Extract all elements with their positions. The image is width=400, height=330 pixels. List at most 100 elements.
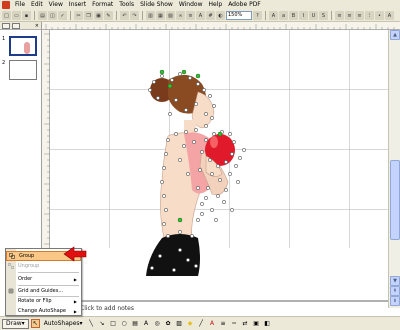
selection-handle [210,172,214,176]
woman-clip-art[interactable] [140,70,290,310]
dash-style-icon[interactable]: ┅ [230,319,239,328]
selection-handle [216,194,220,198]
app-icon[interactable] [2,1,10,9]
cut-icon[interactable]: ✂ [74,11,83,20]
selection-handle [178,72,182,76]
shadow-icon[interactable]: S [319,11,328,20]
text-box-icon[interactable]: ▤ [131,319,140,328]
menu-bar: File Edit View Insert Format Tools Slide… [0,0,400,10]
preview-icon[interactable]: ◫ [48,11,57,20]
chart-icon[interactable]: ▥ [146,11,155,20]
close-icon[interactable]: × [35,23,39,29]
selection-handle [188,76,192,80]
oval-icon[interactable]: ○ [120,319,129,328]
align-left-icon[interactable]: ≡ [335,11,344,20]
diagram-icon[interactable]: ◎ [153,319,162,328]
slides-tab[interactable] [12,22,20,29]
vertical-scrollbar[interactable]: ▲ ▼ ⇞ ⇟ [388,30,400,308]
line-icon[interactable]: ╲ [87,319,96,328]
bold-icon[interactable]: B [289,11,298,20]
redo-icon[interactable]: ↷ [130,11,139,20]
menu-item-label: Rotate or Flip [18,298,52,304]
spelling-icon[interactable]: ✓ [58,11,67,20]
zoom-select[interactable]: 150% [226,11,252,20]
copy-icon[interactable]: ❐ [84,11,93,20]
picture-icon[interactable]: ▨ [175,319,184,328]
scrollbar-thumb[interactable] [390,160,400,240]
clip-art-icon[interactable]: ✿ [164,319,173,328]
selection-handle [148,88,152,92]
scroll-down-icon[interactable]: ▼ [390,276,400,286]
bullets-icon[interactable]: • [375,11,384,20]
draw-menu-button[interactable]: Draw ▾ [2,318,29,329]
show-formatting-icon[interactable]: A [196,11,205,20]
menu-tools[interactable]: Tools [116,0,137,10]
wordart-icon[interactable]: A [142,319,151,328]
font-size-down-icon[interactable]: a [279,11,288,20]
menu-item-order[interactable]: Order ▶ [6,274,81,284]
new-icon[interactable]: □ [2,11,11,20]
rotation-handle [195,73,201,79]
expand-icon[interactable]: ≡ [186,11,195,20]
line-style-icon[interactable]: ≡ [219,319,228,328]
3d-style-icon[interactable]: ◧ [263,319,272,328]
selection-handle [150,266,154,270]
menu-format[interactable]: Format [89,0,116,10]
numbering-icon[interactable]: ⁝ [365,11,374,20]
menu-item-rotate-or-flip[interactable]: Rotate or Flip ▶ [6,296,81,306]
arrow-style-icon[interactable]: ⇄ [241,319,250,328]
outline-tab[interactable] [2,22,10,29]
font-size-up-icon[interactable]: A [269,11,278,20]
open-icon[interactable]: ▭ [12,11,21,20]
color-grayscale-icon[interactable]: ◐ [216,11,225,20]
notes-pane[interactable]: Click to add notes [42,300,388,316]
tables-borders-icon[interactable]: ▧ [166,11,175,20]
menu-item-change-autoshape[interactable]: Change AutoShape ▶ [6,306,81,316]
selection-handle [214,218,218,222]
shadow-style-icon[interactable]: ▣ [252,319,261,328]
toolbar-divider [142,11,143,20]
scroll-up-icon[interactable]: ▲ [390,30,400,40]
help-icon[interactable]: ? [253,11,262,20]
underline-icon[interactable]: U [309,11,318,20]
slide-thumbnail-1[interactable] [9,36,37,56]
menu-help[interactable]: Help [206,0,226,10]
selection-handle [166,138,170,142]
print-icon[interactable]: ▤ [38,11,47,20]
align-center-icon[interactable]: ≡ [345,11,354,20]
italic-icon[interactable]: I [299,11,308,20]
previous-slide-icon[interactable]: ⇞ [390,286,400,296]
rotation-handle [177,217,183,223]
submenu-arrow-icon: ▶ [73,308,77,314]
font-color-icon[interactable]: A [385,11,394,20]
autoshapes-button[interactable]: AutoShapes ▾ [42,319,85,329]
align-right-icon[interactable]: ≡ [355,11,364,20]
fill-color-icon[interactable]: ◆ [186,319,195,328]
slide-canvas[interactable] [50,30,388,276]
next-slide-icon[interactable]: ⇟ [390,296,400,306]
rectangle-icon[interactable]: □ [109,319,118,328]
slide-thumbnail-2[interactable] [9,60,37,80]
paste-icon[interactable]: ▣ [94,11,103,20]
save-icon[interactable]: ▪ [22,11,31,20]
menu-edit[interactable]: Edit [28,0,46,10]
menu-slide-show[interactable]: Slide Show [137,0,176,10]
menu-insert[interactable]: Insert [66,0,89,10]
notes-placeholder[interactable]: Click to add notes [80,305,134,312]
autoshapes-label: AutoShapes [43,320,80,327]
grid-icon[interactable]: # [206,11,215,20]
menu-adobe-pdf[interactable]: Adobe PDF [225,0,264,10]
hyperlink-icon[interactable]: ∞ [176,11,185,20]
arrow-icon[interactable]: ↘ [98,319,107,328]
menu-file[interactable]: File [12,0,28,10]
undo-icon[interactable]: ↶ [120,11,129,20]
selection-handle [174,132,178,136]
menu-view[interactable]: View [46,0,66,10]
menu-item-grid-and-guides[interactable]: Grid and Guides... [6,286,81,296]
menu-window[interactable]: Window [176,0,206,10]
font-color-icon[interactable]: A [208,319,217,328]
select-objects-icon[interactable]: ↖ [30,319,40,328]
table-icon[interactable]: ▦ [156,11,165,20]
format-painter-icon[interactable]: ✎ [104,11,113,20]
line-color-icon[interactable]: ╱ [197,319,206,328]
